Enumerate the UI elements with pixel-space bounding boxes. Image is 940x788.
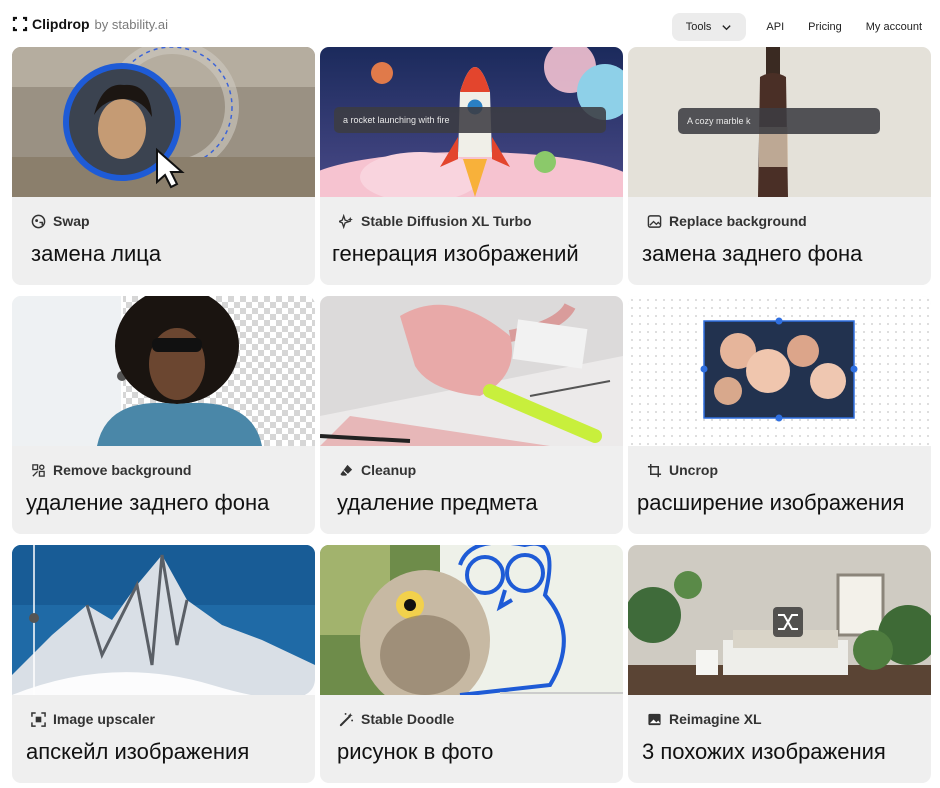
tool-card-cleanup[interactable]: Cleanup удаление предмета bbox=[320, 296, 623, 534]
card-image-swap bbox=[12, 47, 315, 197]
brand-by: by stability.ai bbox=[94, 16, 169, 32]
brand-logo[interactable]: Clipdrop by stability.ai bbox=[12, 16, 168, 32]
magic-wand-icon bbox=[339, 712, 354, 726]
card-title-remove-bg: Remove background bbox=[31, 462, 191, 478]
tool-card-uncrop[interactable]: Uncrop расширение изображения bbox=[628, 296, 931, 534]
eraser-icon bbox=[340, 464, 353, 476]
tool-card-replace-bg[interactable]: A cozy marble k Replace background замен… bbox=[628, 47, 931, 285]
card-title-text: Stable Doodle bbox=[361, 711, 455, 727]
card-desc-remove-bg: удаление заднего фона bbox=[26, 490, 270, 515]
brand-name: Clipdrop bbox=[32, 16, 90, 32]
card-title-cleanup: Cleanup bbox=[339, 462, 416, 478]
card-image-cleanup bbox=[320, 296, 623, 446]
prompt-input-sdxl[interactable]: a rocket launching with fire bbox=[334, 107, 606, 133]
top-header: Clipdrop by stability.ai Tools API Prici… bbox=[0, 0, 940, 48]
card-desc-swap: замена лица bbox=[31, 241, 162, 266]
card-image-reimagine bbox=[628, 545, 931, 695]
card-title-upscaler: Image upscaler bbox=[31, 711, 155, 727]
card-desc-doodle: рисунок в фото bbox=[337, 739, 494, 764]
card-title-text: Replace background bbox=[669, 213, 807, 229]
card-desc-reimagine: 3 похожих изображения bbox=[642, 739, 886, 764]
face-swap-icon bbox=[31, 214, 46, 228]
prompt-input-replace-bg[interactable]: A cozy marble k bbox=[678, 108, 880, 134]
card-desc-upscaler: апскейл изображения bbox=[26, 739, 250, 764]
main-nav: Tools API Pricing My account bbox=[671, 13, 922, 41]
card-image-replace-bg: A cozy marble k bbox=[628, 47, 931, 197]
remove-bg-icon bbox=[32, 463, 45, 477]
card-title-swap: Swap bbox=[31, 213, 90, 229]
clipdrop-logo-icon bbox=[12, 16, 28, 32]
card-image-sdxl-turbo: a rocket launching with fire bbox=[320, 47, 623, 197]
card-desc-uncrop: расширение изображения bbox=[637, 490, 905, 515]
card-desc-sdxl-turbo: генерация изображений bbox=[332, 241, 579, 266]
card-title-text: Stable Diffusion XL Turbo bbox=[361, 213, 532, 229]
card-image-remove-bg bbox=[12, 296, 315, 446]
card-title-doodle: Stable Doodle bbox=[339, 711, 454, 727]
tool-card-upscaler[interactable]: Image upscaler апскейл изображения bbox=[12, 545, 315, 783]
tool-card-doodle[interactable]: Stable Doodle рисунок в фото bbox=[320, 545, 623, 783]
tool-card-sdxl-turbo[interactable]: a rocket launching with fire Stable Diff… bbox=[320, 47, 623, 285]
card-title-text: Cleanup bbox=[361, 462, 417, 478]
card-title-text: Remove background bbox=[53, 462, 192, 478]
replace-image-icon bbox=[647, 214, 662, 228]
sparkle-ai-icon bbox=[339, 213, 353, 229]
tools-label: Tools bbox=[685, 21, 712, 33]
upscale-icon bbox=[31, 711, 46, 727]
card-title-reimagine: Reimagine XL bbox=[647, 711, 762, 727]
card-desc-replace-bg: замена заднего фона bbox=[642, 241, 863, 266]
tool-card-swap[interactable]: Swap замена лица bbox=[12, 47, 315, 285]
card-title-sdxl-turbo: Stable Diffusion XL Turbo bbox=[339, 213, 532, 229]
card-title-text: Uncrop bbox=[669, 462, 718, 478]
tool-card-remove-bg[interactable]: Remove background удаление заднего фона bbox=[12, 296, 315, 534]
tools-dropdown[interactable]: Tools bbox=[671, 13, 747, 41]
card-title-text: Reimagine XL bbox=[669, 711, 762, 727]
card-image-doodle bbox=[320, 545, 623, 695]
nav-api-link[interactable]: API bbox=[766, 21, 784, 33]
card-title-text: Image upscaler bbox=[53, 711, 155, 727]
card-image-uncrop bbox=[628, 296, 931, 446]
nav-pricing-link[interactable]: Pricing bbox=[808, 21, 842, 33]
image-icon bbox=[648, 713, 661, 725]
card-title-uncrop: Uncrop bbox=[647, 462, 718, 478]
card-image-upscaler bbox=[12, 545, 315, 695]
tool-card-reimagine[interactable]: Reimagine XL 3 похожих изображения bbox=[628, 545, 931, 783]
card-desc-cleanup: удаление предмета bbox=[337, 490, 538, 515]
card-title-text: Swap bbox=[53, 213, 90, 229]
card-title-replace-bg: Replace background bbox=[647, 213, 807, 229]
chevron-down-icon bbox=[722, 24, 732, 30]
crop-icon bbox=[647, 463, 662, 477]
nav-account-link[interactable]: My account bbox=[866, 21, 922, 33]
